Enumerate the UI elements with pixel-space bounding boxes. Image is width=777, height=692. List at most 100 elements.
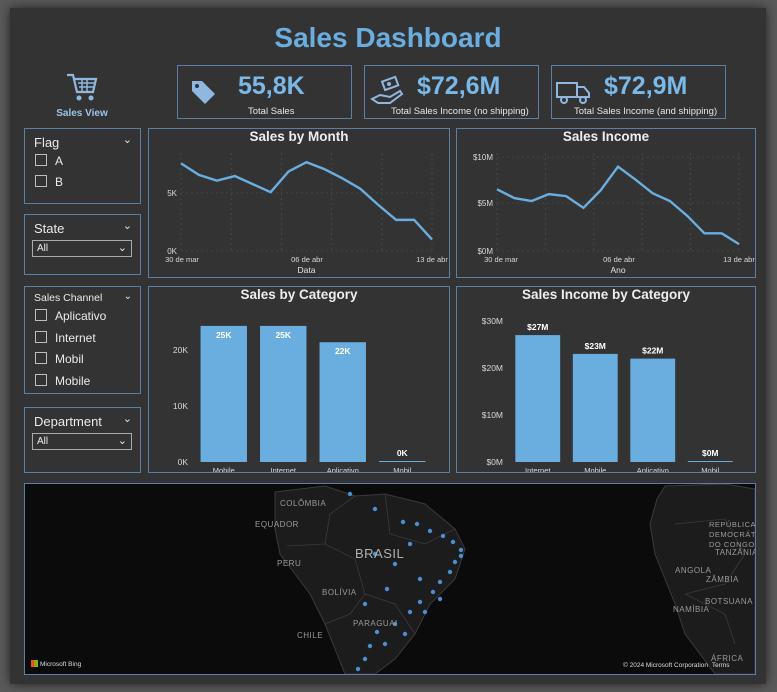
map-point: [417, 599, 423, 605]
sales-by-month-chart: Sales by Month 0K 5K 30 de mar 06 de abr 13 …: [148, 128, 450, 278]
x-tick-label: 06 de abr: [291, 255, 323, 264]
map-point: [422, 609, 428, 615]
x-axis-title: Data: [298, 265, 316, 275]
map-point: [392, 561, 398, 567]
map-point: [417, 576, 423, 582]
sales-by-category-chart: Sales by Category 0K 10K 20K 25K Mobile 25K In…: [148, 286, 450, 473]
chevron-down-icon[interactable]: ⌄: [123, 219, 132, 232]
data-label: $27M: [527, 322, 548, 332]
map-point: [427, 528, 433, 534]
y-tick-label: $30M: [482, 316, 503, 326]
map-point: [347, 491, 353, 497]
terms-link[interactable]: Terms: [712, 662, 730, 669]
chevron-down-icon[interactable]: ⌄: [124, 291, 132, 302]
y-tick-label: 10K: [173, 401, 188, 411]
channel-option-aplicativo[interactable]: Aplicativo: [35, 309, 106, 323]
data-label: 0K: [397, 448, 409, 458]
checkbox[interactable]: [35, 374, 47, 386]
map-point: [407, 609, 413, 615]
x-tick-label: Aplicativo: [327, 466, 359, 472]
bing-logo: Microsoft Bing: [31, 660, 81, 668]
checkbox[interactable]: [35, 175, 47, 187]
map-point: [367, 643, 373, 649]
microsoft-logo-icon: [31, 660, 38, 667]
x-axis-title: Ano: [610, 265, 625, 275]
kpi-income-and-shipping-value: $72,9M: [604, 72, 688, 100]
flag-slicer: Flag ⌄ A B: [24, 128, 141, 204]
map-point: [402, 631, 408, 637]
department-slicer-title: Department: [34, 414, 102, 429]
map-point: [384, 586, 390, 592]
flag-option-a[interactable]: A: [35, 154, 63, 168]
map-point: [450, 539, 456, 545]
sales-view-nav-button[interactable]: Sales View: [46, 70, 118, 122]
map-point: [407, 541, 413, 547]
x-tick-label: 06 de abr: [603, 255, 635, 264]
kpi-income-no-shipping-value: $72,6M: [417, 72, 501, 100]
y-tick-label: $10M: [482, 410, 503, 420]
map-label-namibia: NAMÍBIA: [673, 605, 710, 614]
department-dropdown[interactable]: All ⌄: [32, 433, 132, 450]
sales-channel-slicer: Sales Channel ⌄ Aplicativo Internet Mobi…: [24, 286, 141, 394]
map-label-colombia: COLÔMBIA: [280, 499, 327, 508]
map-label-angola: ANGOLA: [675, 566, 712, 575]
kpi-card-total-sales: 55,8K Total Sales: [177, 65, 352, 119]
map-point: [437, 579, 443, 585]
channel-option-mobile[interactable]: Mobile: [35, 374, 90, 388]
y-tick-label: $20M: [482, 363, 503, 373]
sales-income-by-category-svg: $0M $10M $20M $30M $27M Internet $23M Mobile $22…: [482, 316, 733, 472]
chevron-down-icon[interactable]: ⌄: [123, 412, 132, 425]
sales-income-by-category-chart: Sales Income by Category $0M $10M $20M $30M…: [456, 286, 756, 473]
x-tick-label: 13 de abr: [416, 255, 448, 264]
bar: [200, 325, 247, 462]
map-point: [414, 521, 420, 527]
state-dropdown[interactable]: All ⌄: [32, 240, 132, 257]
chevron-down-icon: ⌄: [117, 242, 127, 254]
map-point: [458, 547, 464, 553]
kpi-card-income-and-shipping: $72,9M Total Sales Income (and shipping): [551, 65, 726, 119]
sales-income-svg: $0M$5M$10M30 de mar 06 de abr 13 de abrAno: [473, 153, 755, 275]
channel-option-mobil[interactable]: Mobil: [35, 352, 84, 366]
kpi-total-sales-value: 55,8K: [238, 72, 305, 100]
map-label-chile: CHILE: [297, 631, 324, 640]
delivery-truck-icon: [556, 82, 590, 104]
data-label: 25K: [216, 330, 232, 340]
hand-money-icon: [370, 75, 404, 104]
map-point: [430, 589, 436, 595]
map-point: [437, 596, 443, 602]
dashboard-canvas: Sales Dashboard Sales View 55,8K Total S…: [10, 8, 766, 684]
x-tick-label: Mobil: [701, 466, 719, 472]
y-tick-label: $0M: [486, 457, 503, 467]
map-point: [355, 666, 361, 672]
map-label-tanzania: TANZÂNIA: [715, 548, 756, 557]
x-tick-label: Mobile: [584, 466, 606, 472]
map-label-congo: REPÚBLICA DEMOCRÁTICA DO CONGO: [709, 520, 756, 549]
kpi-card-income-no-shipping: $72,6M Total Sales Income (no shipping): [364, 65, 539, 119]
x-tick-label: 30 de mar: [165, 255, 199, 264]
map-point: [382, 641, 388, 647]
checkbox[interactable]: [35, 154, 47, 166]
bar: [379, 461, 426, 462]
series-line: [180, 160, 433, 241]
flag-option-b[interactable]: B: [35, 175, 63, 189]
state-slicer: State ⌄ All ⌄: [24, 214, 141, 275]
y-tick-label: $5M: [477, 199, 493, 208]
data-label: 25K: [275, 330, 291, 340]
kpi-income-no-shipping-label: Total Sales Income (no shipping): [391, 106, 529, 117]
checkbox[interactable]: [35, 331, 47, 343]
x-tick-label: Mobile: [213, 466, 235, 472]
sales-income-chart: Sales Income $0M $5M $10M 30 de mar 06 de ab…: [456, 128, 756, 278]
checkbox[interactable]: [35, 352, 47, 364]
y-tick-label: $10M: [473, 153, 493, 162]
sales-view-label: Sales View: [56, 108, 108, 119]
state-slicer-title: State: [34, 221, 65, 236]
map-point: [362, 656, 368, 662]
sales-map[interactable]: COLÔMBIA EQUADOR PERU BRASIL BOLÍVIA PAR…: [24, 483, 756, 675]
chevron-down-icon[interactable]: ⌄: [123, 133, 132, 146]
checkbox[interactable]: [35, 309, 47, 321]
price-tag-icon: [192, 81, 215, 104]
map-label-bolivia: BOLÍVIA: [322, 588, 357, 597]
page-title: Sales Dashboard: [274, 22, 502, 53]
bar: [572, 353, 618, 462]
channel-option-internet[interactable]: Internet: [35, 331, 96, 345]
